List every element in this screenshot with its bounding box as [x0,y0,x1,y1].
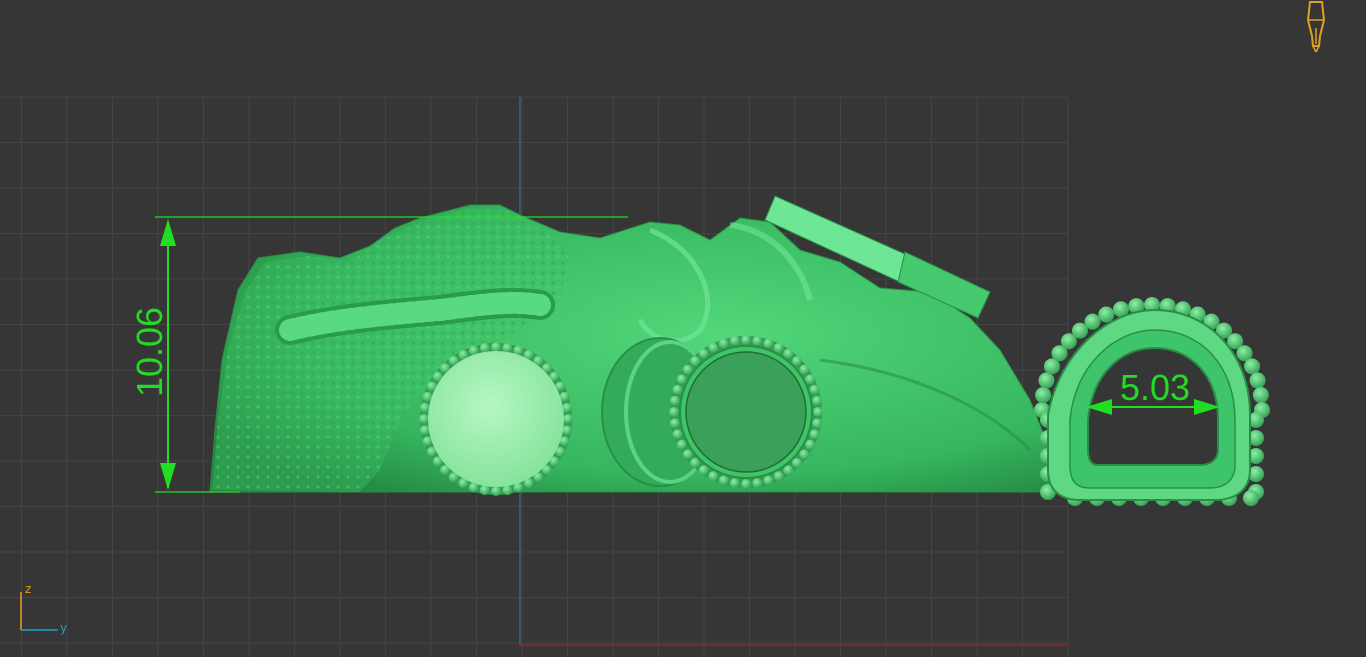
left-goggle [419,342,573,496]
model-mask-pendant[interactable] [209,195,1270,506]
3d-viewport[interactable]: 10.06 5.03 z y [0,0,1366,657]
arrow-up-icon [160,219,176,246]
height-dimension-label: 10.06 [129,307,170,397]
z-axis-label: z [25,582,32,596]
pen-nib-icon[interactable] [1306,1,1326,53]
right-goggle [601,335,823,489]
arrow-down-icon [160,463,176,490]
scene-canvas[interactable]: 10.06 5.03 [0,0,1366,657]
right-lens [685,351,807,473]
left-lens [428,351,564,487]
y-axis-label: y [60,621,68,635]
opening-width-label: 5.03 [1120,367,1190,408]
